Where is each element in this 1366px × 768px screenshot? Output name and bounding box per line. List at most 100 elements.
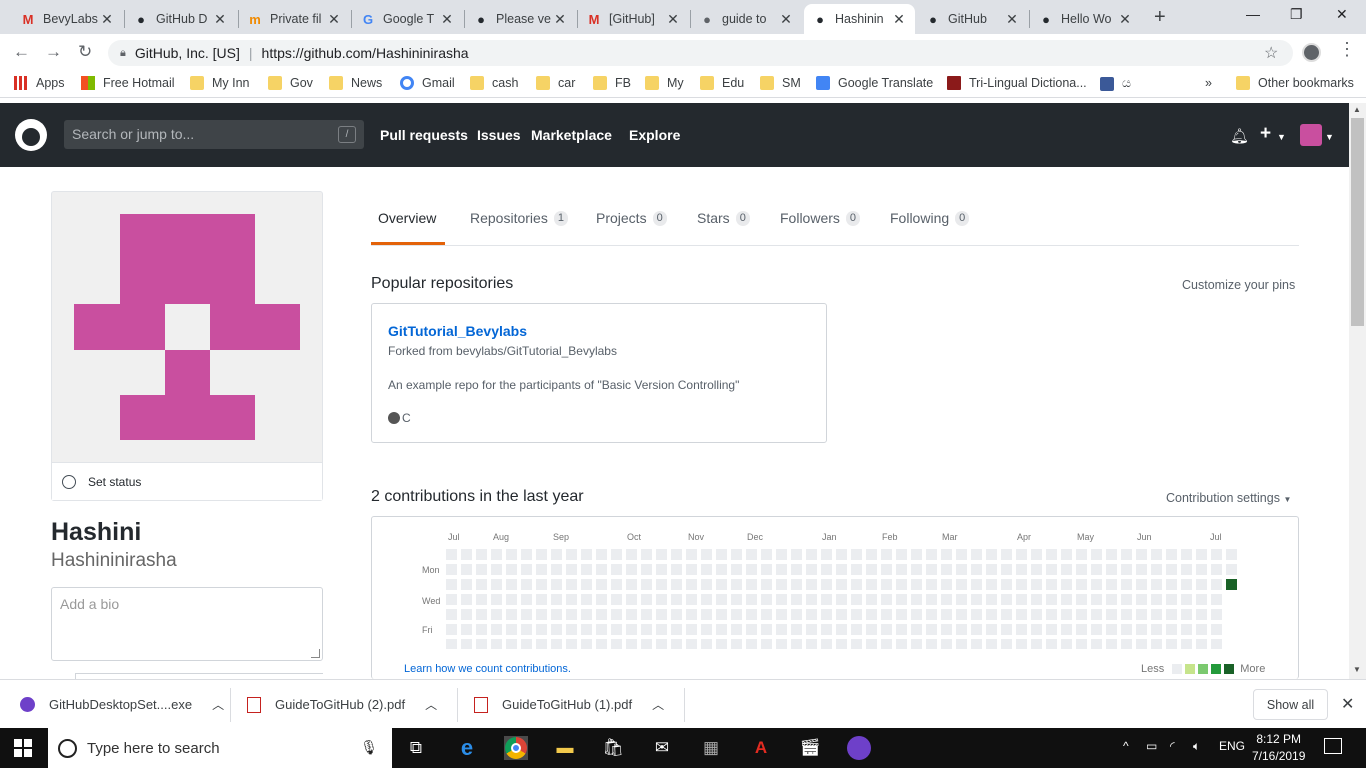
contribution-day[interactable] (626, 639, 637, 649)
contribution-day[interactable] (491, 639, 502, 649)
contribution-day[interactable] (926, 639, 937, 649)
bookmark-item[interactable]: cash (470, 76, 518, 90)
contribution-day[interactable] (776, 594, 787, 605)
contribution-day[interactable] (896, 564, 907, 575)
contribution-day[interactable] (611, 564, 622, 575)
repo-name-link[interactable]: GitTutorial_Bevylabs (388, 323, 527, 339)
contribution-day[interactable] (851, 564, 862, 575)
contribution-day[interactable] (761, 564, 772, 575)
contribution-day[interactable] (776, 579, 787, 590)
contribution-day[interactable] (1091, 624, 1102, 635)
contribution-day[interactable] (926, 579, 937, 590)
contribution-day[interactable] (1136, 594, 1147, 605)
contribution-day[interactable] (1091, 564, 1102, 575)
contribution-day[interactable] (1211, 549, 1222, 560)
contribution-day[interactable] (1196, 564, 1207, 575)
contribution-day[interactable] (581, 579, 592, 590)
contribution-day[interactable] (1136, 549, 1147, 560)
contribution-day[interactable] (1151, 609, 1162, 620)
contribution-day[interactable] (716, 594, 727, 605)
contribution-day[interactable] (1106, 639, 1117, 649)
tab-following[interactable]: Following 0 (890, 210, 970, 226)
reload-icon[interactable]: ↻ (78, 42, 92, 62)
contribution-day[interactable] (1061, 639, 1072, 649)
contribution-day[interactable] (1166, 579, 1177, 590)
contribution-day[interactable] (716, 624, 727, 635)
contribution-day[interactable] (1001, 624, 1012, 635)
language-indicator[interactable]: ENG (1219, 739, 1245, 753)
windows-start-icon[interactable] (14, 739, 32, 757)
contribution-day[interactable] (1211, 624, 1222, 635)
contribution-day[interactable] (596, 594, 607, 605)
contribution-day[interactable] (941, 609, 952, 620)
contribution-day[interactable] (506, 624, 517, 635)
contribution-day[interactable] (1181, 609, 1192, 620)
maximize-button[interactable]: ❐ (1290, 6, 1303, 23)
contribution-day[interactable] (1196, 594, 1207, 605)
tab-stars[interactable]: Stars 0 (697, 210, 750, 226)
contribution-day[interactable] (641, 639, 652, 649)
contribution-day[interactable] (1001, 594, 1012, 605)
contribution-day[interactable] (836, 579, 847, 590)
contribution-day[interactable] (1181, 579, 1192, 590)
contribution-day[interactable] (896, 639, 907, 649)
contribution-day[interactable] (581, 609, 592, 620)
contribution-day[interactable] (551, 609, 562, 620)
browser-tab[interactable]: ● GitHub D ✕ (125, 4, 236, 34)
contribution-day[interactable] (476, 624, 487, 635)
contribution-day[interactable] (1061, 549, 1072, 560)
contribution-day[interactable] (536, 594, 547, 605)
contribution-day[interactable] (461, 639, 472, 649)
create-new-plus-icon[interactable]: + (1260, 123, 1271, 145)
bookmark-item[interactable]: Gmail (400, 76, 455, 90)
contribution-day[interactable] (851, 624, 862, 635)
github-desktop-icon[interactable] (847, 736, 871, 760)
contribution-day[interactable] (671, 624, 682, 635)
contribution-day[interactable] (896, 594, 907, 605)
contribution-day[interactable] (686, 564, 697, 575)
battery-icon[interactable]: ▭ (1146, 739, 1157, 753)
contribution-day[interactable] (1091, 639, 1102, 649)
contribution-day[interactable] (1106, 624, 1117, 635)
contribution-day[interactable] (881, 564, 892, 575)
contribution-day[interactable] (551, 624, 562, 635)
contribution-day[interactable] (746, 639, 757, 649)
chrome-icon[interactable] (504, 736, 528, 760)
close-tab-icon[interactable]: ✕ (326, 11, 342, 28)
contribution-day[interactable] (626, 609, 637, 620)
contribution-day[interactable] (476, 564, 487, 575)
bookmarks-overflow-icon[interactable]: » (1205, 76, 1212, 90)
contribution-day[interactable] (1211, 639, 1222, 649)
contribution-day[interactable] (1181, 624, 1192, 635)
contribution-day[interactable] (491, 624, 502, 635)
contribution-day[interactable] (821, 609, 832, 620)
contribution-day[interactable] (566, 579, 577, 590)
contribution-day[interactable] (1196, 549, 1207, 560)
contribution-day[interactable] (791, 609, 802, 620)
scroll-down-arrow-icon[interactable]: ▼ (1353, 665, 1361, 674)
contribution-day[interactable] (1016, 579, 1027, 590)
file-explorer-icon[interactable]: ▬ (553, 736, 577, 760)
contribution-day[interactable] (581, 594, 592, 605)
contribution-day[interactable] (911, 579, 922, 590)
contribution-day[interactable] (821, 564, 832, 575)
contribution-day[interactable] (836, 564, 847, 575)
contribution-day[interactable] (446, 579, 457, 590)
contribution-day[interactable] (1121, 564, 1132, 575)
show-all-downloads-button[interactable]: Show all (1253, 689, 1328, 720)
contribution-day[interactable] (1046, 594, 1057, 605)
contribution-day[interactable] (506, 639, 517, 649)
download-item[interactable]: GuideToGitHub (2).pdf ︿ (247, 680, 437, 729)
contribution-day[interactable] (986, 564, 997, 575)
contribution-day[interactable] (536, 639, 547, 649)
contribution-day[interactable] (1106, 594, 1117, 605)
close-tab-icon[interactable]: ✕ (778, 11, 794, 28)
contribution-day[interactable] (1121, 609, 1132, 620)
contribution-day[interactable] (551, 579, 562, 590)
contribution-day[interactable] (881, 609, 892, 620)
bookmark-item[interactable]: car (536, 76, 575, 90)
bio-textarea[interactable]: Add a bio (51, 587, 323, 661)
contribution-day[interactable] (521, 639, 532, 649)
contribution-day[interactable] (641, 564, 652, 575)
contribution-day[interactable] (491, 579, 502, 590)
